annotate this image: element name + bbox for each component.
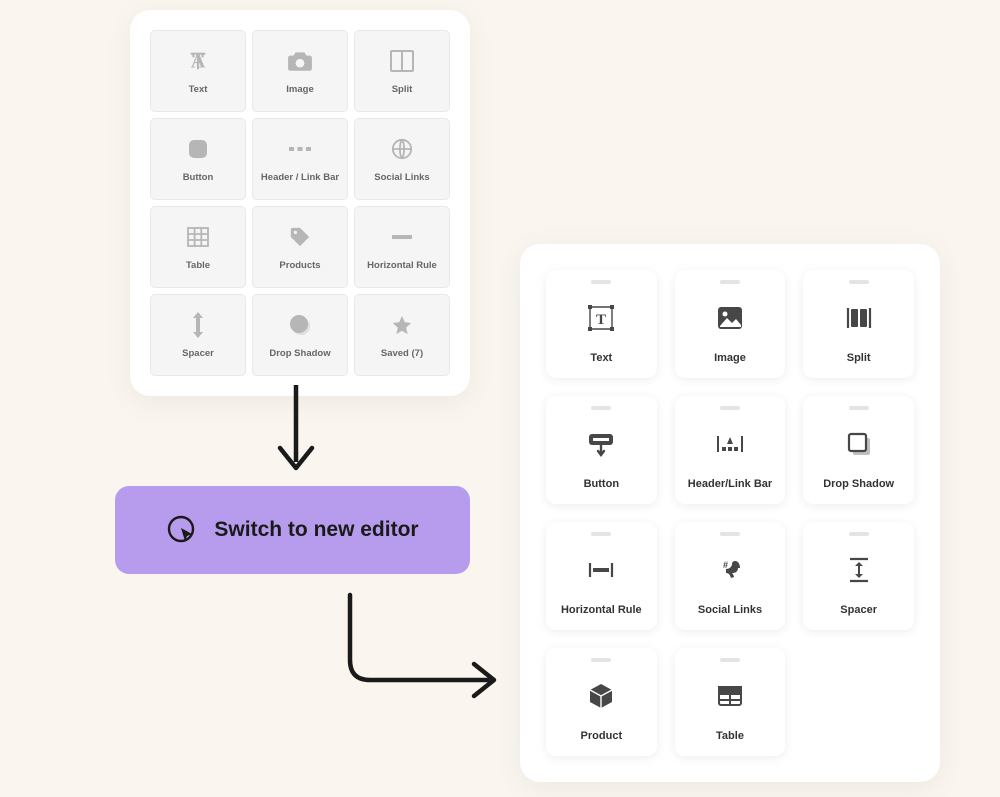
table-icon	[187, 223, 209, 251]
block-label: Products	[279, 260, 320, 271]
new-block-grid: T Text Image Split Button	[546, 270, 914, 756]
block-label: Image	[714, 352, 746, 364]
split-icon	[846, 284, 872, 353]
old-block-split[interactable]: Split	[354, 30, 450, 112]
old-block-image[interactable]: Image	[252, 30, 348, 112]
camera-icon	[287, 47, 313, 75]
text-frame-icon: T	[587, 284, 615, 353]
block-label: Text	[590, 352, 612, 364]
block-label: Horizontal Rule	[367, 260, 437, 271]
split-icon	[390, 47, 414, 75]
button-click-icon	[587, 410, 615, 479]
svg-text:T: T	[596, 312, 606, 328]
block-label: Text	[189, 84, 208, 95]
old-block-products[interactable]: Products	[252, 206, 348, 288]
new-block-product[interactable]: Product	[546, 648, 657, 756]
header-bar-icon	[716, 410, 744, 479]
new-block-social-links[interactable]: # Social Links	[675, 522, 786, 630]
button-shape-icon	[188, 135, 208, 163]
old-block-header-link-bar[interactable]: Header / Link Bar	[252, 118, 348, 200]
block-label: Horizontal Rule	[561, 604, 642, 616]
new-editor-panel: T Text Image Split Button	[520, 244, 940, 782]
new-block-spacer[interactable]: Spacer	[803, 522, 914, 630]
shadow-icon	[846, 410, 872, 479]
block-label: Social Links	[698, 604, 762, 616]
block-label: Header/Link Bar	[688, 478, 772, 490]
spacer-arrow-icon	[191, 311, 205, 339]
cursor-click-icon	[166, 514, 198, 546]
star-icon	[391, 311, 413, 339]
new-block-split[interactable]: Split	[803, 270, 914, 378]
old-block-text[interactable]: A Text	[150, 30, 246, 112]
svg-text:#: #	[723, 560, 728, 570]
old-block-saved[interactable]: Saved (7)	[354, 294, 450, 376]
block-label: Table	[716, 730, 744, 742]
switch-editor-label: Switch to new editor	[214, 518, 418, 542]
block-label: Product	[581, 730, 623, 742]
new-block-text[interactable]: T Text	[546, 270, 657, 378]
dots-icon	[289, 135, 311, 163]
block-label: Drop Shadow	[269, 348, 330, 359]
old-block-button[interactable]: Button	[150, 118, 246, 200]
old-block-table[interactable]: Table	[150, 206, 246, 288]
new-block-horizontal-rule[interactable]: Horizontal Rule	[546, 522, 657, 630]
svg-text:A: A	[191, 50, 206, 72]
block-label: Social Links	[374, 172, 429, 183]
block-label: Image	[286, 84, 313, 95]
block-label: Button	[183, 172, 214, 183]
arrow-down-icon	[266, 380, 326, 480]
block-label: Drop Shadow	[823, 478, 894, 490]
block-label: Header / Link Bar	[261, 172, 339, 183]
text-glyph-icon: A	[187, 47, 209, 75]
box-icon	[589, 662, 613, 731]
old-block-grid: A Text Image Split Button	[150, 30, 450, 376]
block-label: Button	[584, 478, 619, 490]
table-icon	[717, 662, 743, 731]
new-block-table[interactable]: Table	[675, 648, 786, 756]
block-label: Split	[392, 84, 413, 95]
shadow-icon	[289, 311, 311, 339]
image-icon	[717, 284, 743, 353]
old-block-social-links[interactable]: Social Links	[354, 118, 450, 200]
new-block-header-link-bar[interactable]: Header/Link Bar	[675, 396, 786, 504]
new-block-drop-shadow[interactable]: Drop Shadow	[803, 396, 914, 504]
old-editor-panel: A Text Image Split Button	[130, 10, 470, 396]
new-block-image[interactable]: Image	[675, 270, 786, 378]
hr-icon	[588, 536, 614, 605]
new-block-button[interactable]: Button	[546, 396, 657, 504]
block-label: Table	[186, 260, 210, 271]
social-icon: #	[717, 536, 743, 605]
block-label: Split	[847, 352, 871, 364]
spacer-icon	[847, 536, 871, 605]
old-block-spacer[interactable]: Spacer	[150, 294, 246, 376]
block-label: Spacer	[182, 348, 214, 359]
block-label: Spacer	[840, 604, 877, 616]
tag-icon	[289, 223, 311, 251]
old-block-horizontal-rule[interactable]: Horizontal Rule	[354, 206, 450, 288]
hr-icon	[392, 223, 412, 251]
block-label: Saved (7)	[381, 348, 423, 359]
arrow-right-icon	[330, 590, 510, 710]
old-block-drop-shadow[interactable]: Drop Shadow	[252, 294, 348, 376]
globe-icon	[391, 135, 413, 163]
switch-editor-button[interactable]: Switch to new editor	[115, 486, 470, 574]
